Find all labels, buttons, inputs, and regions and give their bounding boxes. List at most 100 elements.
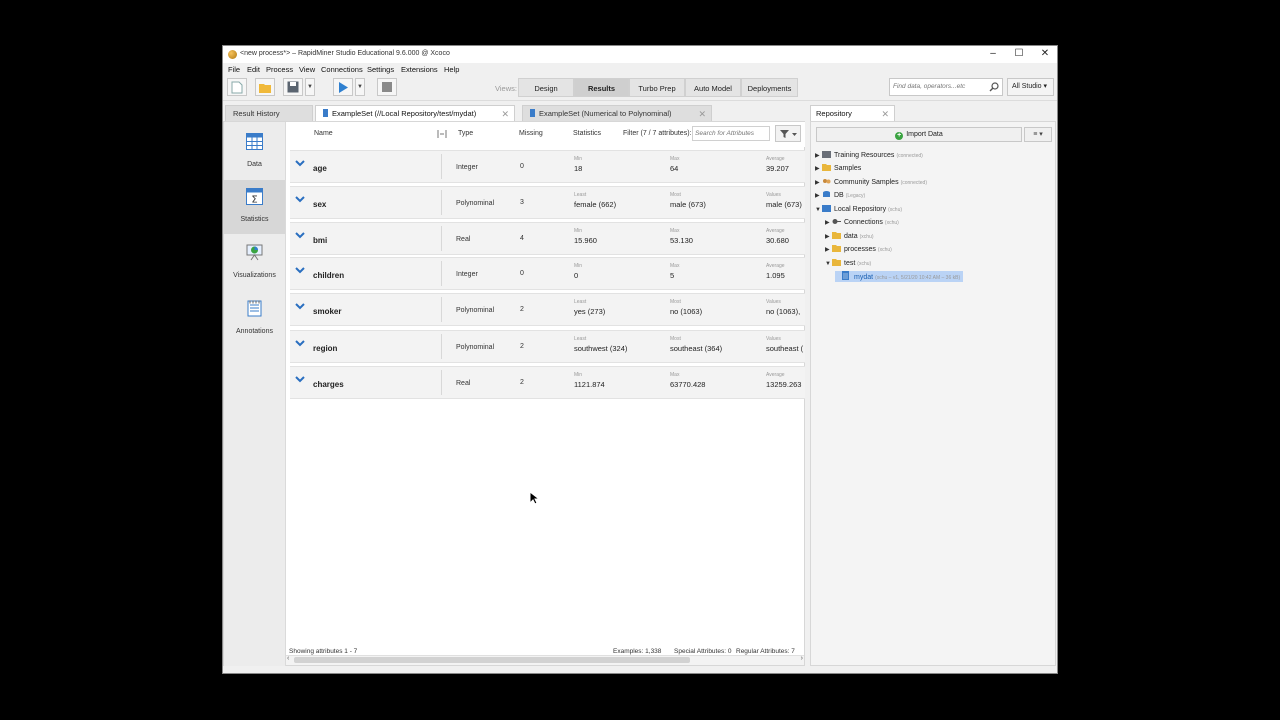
global-search-input[interactable] xyxy=(893,83,985,90)
stat-1-label: Least xyxy=(574,336,587,342)
repository-item-detail: (xchu) xyxy=(859,234,874,240)
expand-arrow-icon[interactable]: ▶ xyxy=(815,178,822,189)
chevron-down-icon[interactable] xyxy=(295,196,305,203)
chevron-down-icon[interactable] xyxy=(295,267,305,274)
tab-exampleset-numerical[interactable]: ExampleSet (Numerical to Polynominal) ✕ xyxy=(522,105,712,121)
column-divider xyxy=(441,190,442,215)
tab-repository[interactable]: Repository ✕ xyxy=(810,105,895,121)
repository-item-data[interactable]: ▶ data (xchu) xyxy=(825,231,874,242)
stop-process-button[interactable] xyxy=(377,78,397,96)
stat-3-value: 1.095 xyxy=(766,271,785,280)
filter-dropdown-button[interactable] xyxy=(775,125,801,142)
attribute-row[interactable]: sex Polynominal 3 Least female (662) Most male… xyxy=(290,186,805,219)
chevron-down-icon[interactable] xyxy=(295,376,305,383)
view-tab-turbo-prep[interactable]: Turbo Prep xyxy=(629,78,685,97)
attribute-row[interactable]: smoker Polynominal 2 Least yes (273) Most no (… xyxy=(290,293,805,326)
run-dropdown-button[interactable]: ▼ xyxy=(355,78,365,96)
results-panel: Result History ExampleSet (//Local Repos… xyxy=(223,102,805,666)
repository-item-processes[interactable]: ▶ processes (xchu) xyxy=(825,244,892,255)
column-header-statistics[interactable]: Statistics xyxy=(573,130,601,137)
attribute-search xyxy=(692,126,770,141)
attribute-row[interactable]: region Polynominal 2 Least southwest (324) Mo… xyxy=(290,330,805,363)
attribute-row[interactable]: children Integer 0 Min 0 Max 5 Average 1.095 xyxy=(290,257,805,290)
nav-annotations[interactable]: Annotations xyxy=(224,292,285,346)
view-tab-design[interactable]: Design xyxy=(518,78,574,97)
menu-help[interactable]: Help xyxy=(444,65,459,74)
view-tab-deployments[interactable]: Deployments xyxy=(741,78,798,97)
chevron-down-icon[interactable] xyxy=(295,340,305,347)
scrollbar-thumb[interactable] xyxy=(294,657,690,663)
new-process-button[interactable] xyxy=(227,78,247,96)
save-dropdown-button[interactable]: ▼ xyxy=(305,78,315,96)
menu-settings[interactable]: Settings xyxy=(367,65,394,74)
menu-file[interactable]: File xyxy=(228,65,240,74)
repository-item-samples[interactable]: ▶ Samples xyxy=(815,163,863,174)
column-header-name[interactable]: Name xyxy=(314,130,333,137)
nav-data[interactable]: Data xyxy=(224,125,285,179)
chevron-down-icon[interactable] xyxy=(295,160,305,167)
expand-arrow-icon[interactable]: ▶ xyxy=(815,191,822,202)
collapse-arrow-icon[interactable]: ▼ xyxy=(815,205,822,216)
attribute-search-input[interactable] xyxy=(695,130,765,137)
tab-result-history[interactable]: Result History xyxy=(225,105,313,121)
stat-3-value: 39.207 xyxy=(766,164,789,173)
scroll-left-icon[interactable]: ‹ xyxy=(287,655,289,662)
nav-visualizations[interactable]: Visualizations xyxy=(224,236,285,290)
menu-extensions[interactable]: Extensions xyxy=(401,65,438,74)
repository-item-local-repository[interactable]: ▼ Local Repository (xchu) xyxy=(815,204,902,215)
expand-arrow-icon[interactable]: ▶ xyxy=(825,245,832,256)
maximize-button[interactable]: ☐ xyxy=(1009,47,1029,61)
scroll-right-icon[interactable]: › xyxy=(801,655,803,662)
column-header-missing[interactable]: Missing xyxy=(519,130,543,137)
repository-item-detail: (connected) xyxy=(900,180,927,186)
collapse-arrow-icon[interactable]: ▼ xyxy=(825,259,832,270)
search-icon[interactable] xyxy=(989,82,999,92)
menu-process[interactable]: Process xyxy=(266,65,293,74)
menu-connections[interactable]: Connections xyxy=(321,65,363,74)
repository-item-community-samples[interactable]: ▶ Community Samples (connected) xyxy=(815,177,927,188)
horizontal-scrollbar[interactable]: ‹ › xyxy=(286,655,804,665)
expand-arrow-icon[interactable]: ▶ xyxy=(815,151,822,162)
open-process-button[interactable] xyxy=(255,78,275,96)
attribute-missing: 0 xyxy=(520,163,524,170)
column-divider xyxy=(441,154,442,179)
tab-exampleset-mydat[interactable]: ExampleSet (//Local Repository/test/myda… xyxy=(315,105,515,121)
close-tab-icon[interactable]: ✕ xyxy=(698,106,706,122)
search-scope-select[interactable]: All Studio ▾ xyxy=(1007,78,1054,96)
repository-panel: Repository ✕ + Import Data ≡ ▾ ▶ Training … xyxy=(810,102,1056,666)
attribute-row[interactable]: charges Real 2 Min 1121.874 Max 63770.428 Avera… xyxy=(290,366,805,399)
close-tab-icon[interactable]: ✕ xyxy=(881,106,889,122)
import-data-button[interactable]: + Import Data xyxy=(816,127,1022,142)
repository-item-label: test xyxy=(844,260,856,267)
column-header-type[interactable]: Type xyxy=(458,130,473,137)
repository-item-mydat[interactable]: mydat (xchu – v1, 5/21/20 10:42 AM – 36 k… xyxy=(835,271,964,282)
save-process-button[interactable] xyxy=(283,78,303,96)
repository-menu-button[interactable]: ≡ ▾ xyxy=(1024,127,1052,142)
view-tab-results[interactable]: Results xyxy=(574,78,629,97)
chevron-down-icon[interactable] xyxy=(295,232,305,239)
repository-item-db[interactable]: ▶ DB (Legacy) xyxy=(815,190,865,201)
expand-arrow-icon[interactable]: ▶ xyxy=(825,218,832,229)
stat-2-label: Most xyxy=(670,336,681,342)
view-tab-auto-model[interactable]: Auto Model xyxy=(685,78,741,97)
stat-2-value: 64 xyxy=(670,164,679,173)
repository-item-test[interactable]: ▼ test (xchu) xyxy=(825,258,871,269)
expand-arrow-icon[interactable]: ▶ xyxy=(815,164,822,175)
minimize-button[interactable]: – xyxy=(983,47,1003,61)
repository-item-detail: (Legacy) xyxy=(845,193,866,199)
menu-view[interactable]: View xyxy=(299,65,315,74)
chevron-down-icon[interactable] xyxy=(295,303,305,310)
nav-statistics-label: Statistics xyxy=(240,216,269,223)
run-process-button[interactable] xyxy=(333,78,353,96)
close-tab-icon[interactable]: ✕ xyxy=(501,106,509,122)
attribute-row[interactable]: bmi Real 4 Min 15.960 Max 53.130 Average 30.680 xyxy=(290,222,805,255)
repository-item-connections[interactable]: ▶ Connections (xchu) xyxy=(825,217,899,228)
column-resize-icon[interactable] xyxy=(437,130,447,138)
nav-statistics[interactable]: Σ Statistics xyxy=(224,180,285,234)
repository-item-training-resources[interactable]: ▶ Training Resources (connected) xyxy=(815,150,923,161)
close-button[interactable]: ✕ xyxy=(1035,47,1055,61)
expand-arrow-icon[interactable]: ▶ xyxy=(825,232,832,243)
menu-edit[interactable]: Edit xyxy=(247,65,260,74)
stop-icon xyxy=(382,82,392,92)
attribute-row[interactable]: age Integer 0 Min 18 Max 64 Average 39.207 xyxy=(290,150,805,183)
